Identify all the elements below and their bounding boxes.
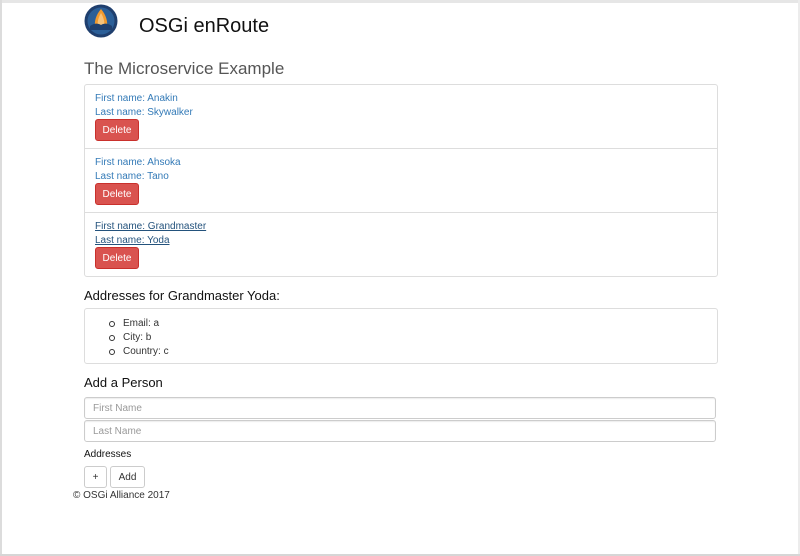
osgi-logo-icon (84, 4, 118, 38)
person-first-name-link[interactable]: First name: Grandmaster (95, 221, 206, 233)
first-name-input[interactable] (84, 397, 716, 419)
address-list: Email: a City: b Country: c (109, 317, 169, 359)
addresses-heading: Addresses for Grandmaster Yoda: (84, 288, 280, 303)
add-address-button[interactable]: + (84, 466, 107, 488)
delete-button[interactable]: Delete (95, 183, 139, 205)
add-person-button[interactable]: Add (110, 466, 145, 488)
last-name-input[interactable] (84, 420, 716, 442)
address-item-city: City: b (109, 331, 169, 345)
person-first-name-link[interactable]: First name: Anakin (95, 93, 178, 105)
page-title: The Microservice Example (84, 59, 285, 78)
person-first-name-link[interactable]: First name: Ahsoka (95, 157, 181, 169)
addresses-panel: Email: a City: b Country: c (84, 308, 718, 364)
footer-copyright: © OSGi Alliance 2017 (73, 490, 170, 501)
delete-button[interactable]: Delete (95, 247, 139, 269)
addresses-label: Addresses (84, 449, 132, 460)
person-list: First name: Anakin Last name: Skywalker … (84, 84, 718, 277)
person-item-selected[interactable]: First name: Grandmaster Last name: Yoda … (85, 213, 717, 276)
person-last-name-link[interactable]: Last name: Tano (95, 171, 169, 183)
window-left-border (0, 0, 2, 556)
delete-button[interactable]: Delete (95, 119, 139, 141)
window-top-border (0, 0, 800, 3)
address-item-email: Email: a (109, 317, 169, 331)
person-item[interactable]: First name: Ahsoka Last name: Tano Delet… (85, 149, 717, 213)
add-person-heading: Add a Person (84, 375, 163, 390)
person-last-name-link[interactable]: Last name: Skywalker (95, 107, 193, 119)
address-item-country: Country: c (109, 345, 169, 359)
person-last-name-link[interactable]: Last name: Yoda (95, 235, 170, 247)
person-item[interactable]: First name: Anakin Last name: Skywalker … (85, 85, 717, 149)
brand-title: OSGi enRoute (139, 15, 270, 37)
